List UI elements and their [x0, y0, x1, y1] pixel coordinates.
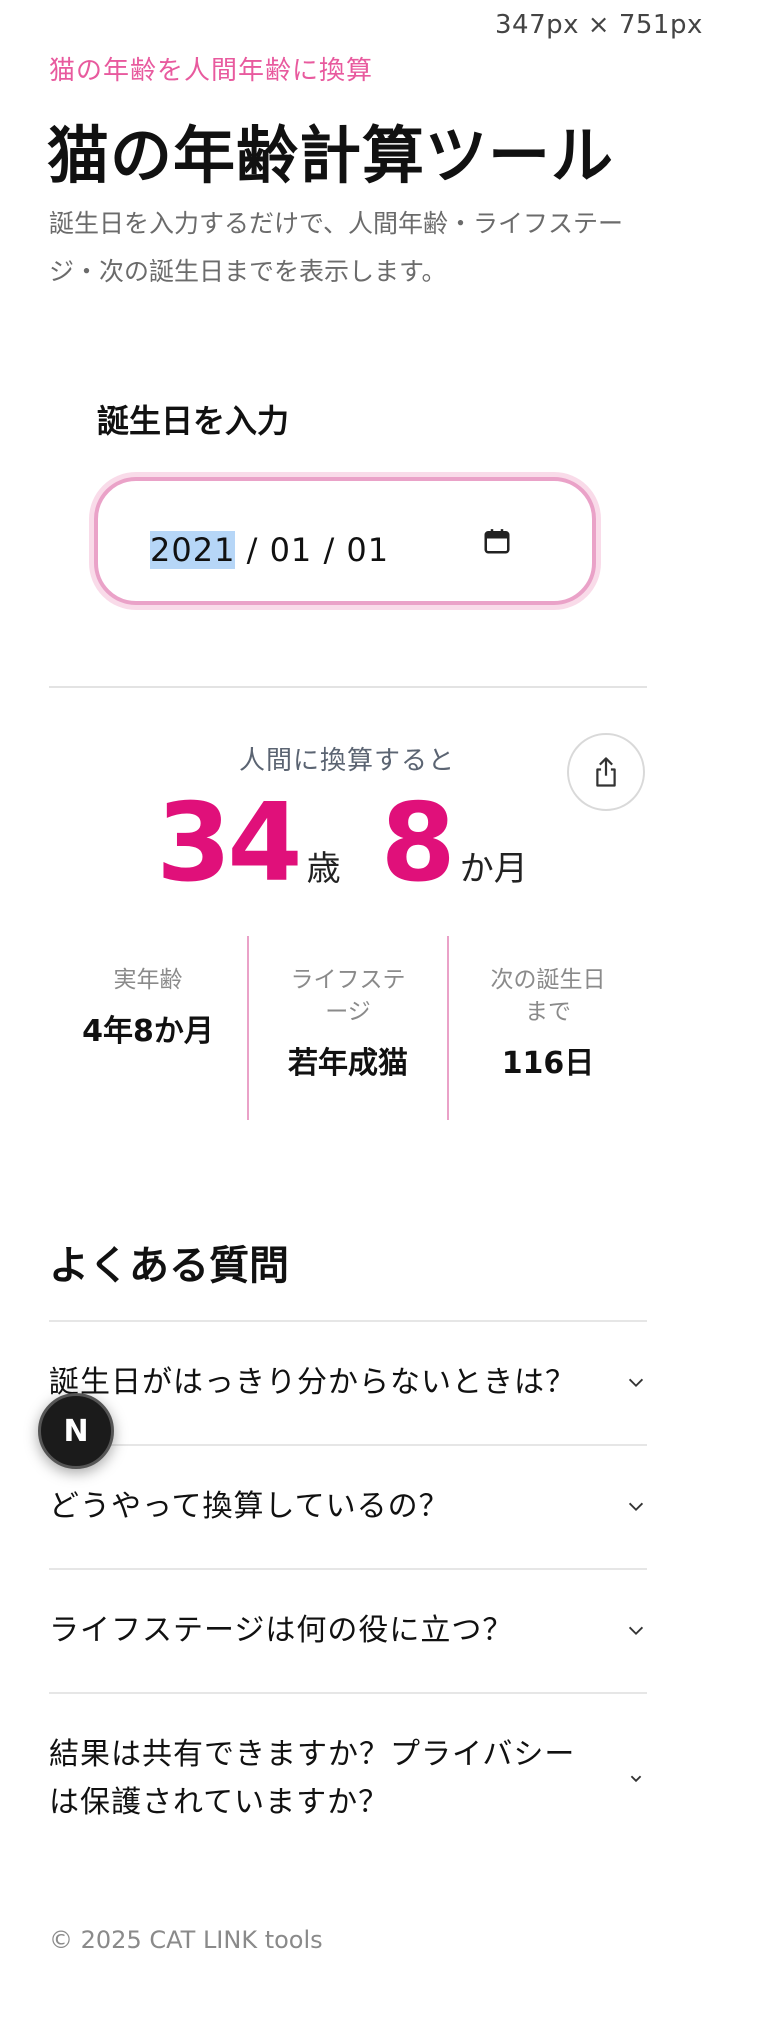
- stat-actual-age: 実年齢 4年8か月: [49, 936, 247, 1120]
- years-unit: 歳: [306, 849, 341, 889]
- share-icon: [596, 757, 616, 787]
- stat-life-stage: ライフステージ 若年成猫: [247, 936, 447, 1120]
- section-divider: [49, 686, 647, 688]
- faq-item[interactable]: 誕生日がはっきり分からないときは？: [49, 1320, 647, 1444]
- calendar-icon[interactable]: [482, 526, 512, 556]
- stat-next-birthday: 次の誕生日まで 116日: [447, 936, 647, 1120]
- stat-label: 次の誕生日まで: [490, 967, 606, 1025]
- date-month-day-segment[interactable]: / 01 / 01: [247, 531, 390, 569]
- stat-value: 若年成猫: [288, 1046, 408, 1081]
- chevron-down-icon: [628, 1378, 644, 1388]
- date-year-segment[interactable]: 2021: [150, 531, 236, 569]
- faq-item[interactable]: どうやって換算しているの？: [49, 1444, 647, 1568]
- viewport-size-label: 347px × 751px: [495, 10, 703, 40]
- stat-label: 実年齢: [113, 967, 183, 993]
- stat-value: 116日: [501, 1046, 595, 1081]
- page-eyebrow: 猫の年齢を人間年齢に換算: [49, 56, 374, 86]
- months-unit: か月: [459, 849, 528, 889]
- stats-row: 実年齢 4年8か月 ライフステージ 若年成猫 次の誕生日まで 116日: [49, 936, 647, 1120]
- faq-question: 誕生日がはっきり分からないときは？: [49, 1365, 576, 1400]
- dev-tools-badge[interactable]: N: [38, 1393, 114, 1469]
- human-age-years: 34: [156, 781, 302, 906]
- chevron-down-icon: [628, 1502, 644, 1512]
- faq-item[interactable]: 結果は共有できますか？プライバシーは保護されていますか？: [49, 1692, 647, 1864]
- faq-question: どうやって換算しているの？: [49, 1489, 450, 1524]
- page-lead: 誕生日を入力するだけで、人間年齢・ライフステージ・次の誕生日までを表示します。: [49, 209, 624, 286]
- stat-value: 4年8か月: [82, 1014, 214, 1049]
- faq-item[interactable]: ライフステージは何の役に立つ？: [49, 1568, 647, 1692]
- faq-title: よくある質問: [49, 1243, 289, 1289]
- chevron-down-icon: [628, 1626, 644, 1636]
- page-title: 猫の年齢計算ツール: [47, 119, 615, 192]
- faq-question: 結果は共有できますか？プライバシーは保護されていますか？: [49, 1737, 576, 1820]
- birthday-date-input[interactable]: 2021 / 01 / 01: [94, 477, 596, 605]
- birthday-label: 誕生日を入力: [97, 402, 290, 440]
- human-age-months: 8: [380, 781, 456, 906]
- footer-copyright: © 2025 CAT LINK tools: [49, 1926, 323, 1954]
- faq-question: ライフステージは何の役に立つ？: [49, 1613, 514, 1648]
- chevron-down-icon: [630, 1775, 642, 1783]
- stat-label: ライフステージ: [290, 967, 406, 1025]
- human-age-result: 34 歳 8 か月: [0, 790, 694, 898]
- faq-list: 誕生日がはっきり分からないときは？ どうやって換算しているの？ ライフステージは…: [49, 1320, 647, 1864]
- date-value[interactable]: 2021 / 01 / 01: [150, 531, 389, 569]
